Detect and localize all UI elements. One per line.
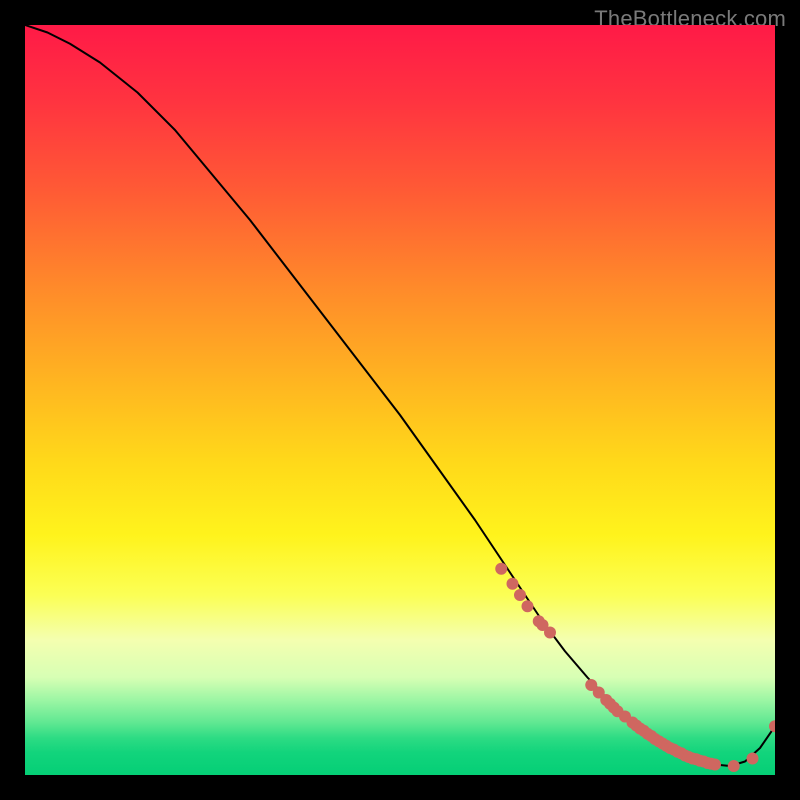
marker-dot — [522, 600, 534, 612]
marker-dot — [769, 720, 775, 732]
marker-dot — [709, 759, 721, 771]
chart-frame: TheBottleneck.com — [0, 0, 800, 800]
marker-dot — [507, 578, 519, 590]
marker-dot — [728, 760, 740, 772]
marker-dot — [544, 627, 556, 639]
chart-overlay — [25, 25, 775, 775]
marker-group — [495, 563, 775, 772]
marker-dot — [514, 589, 526, 601]
curve-line — [25, 25, 775, 766]
marker-dot — [495, 563, 507, 575]
plot-area — [25, 25, 775, 775]
marker-dot — [747, 753, 759, 765]
